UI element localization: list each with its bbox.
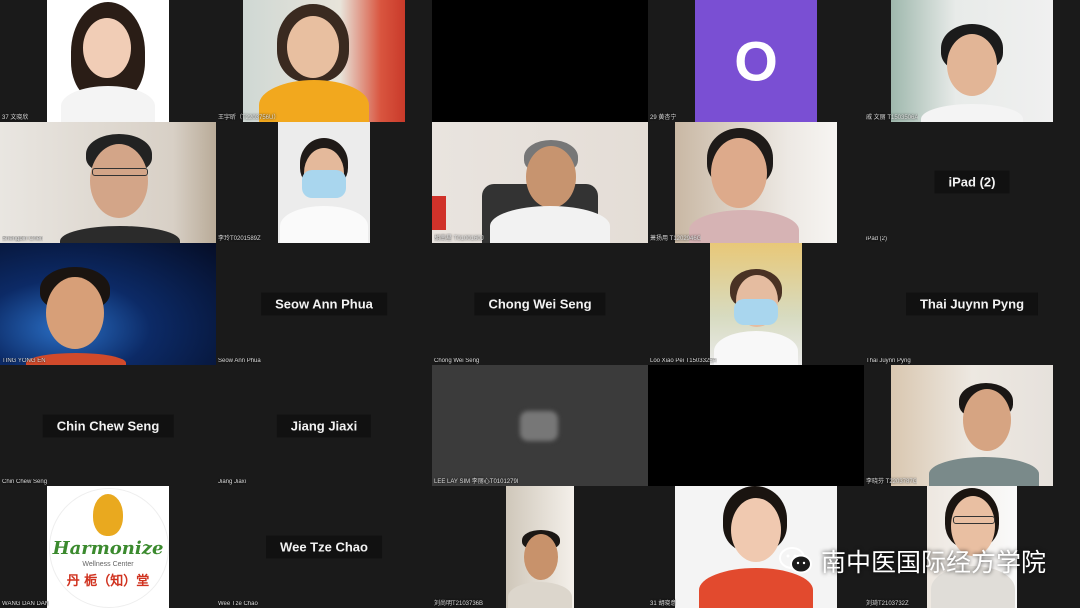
participant-tile[interactable]: 萧扬用 T1202946G: [648, 121, 864, 244]
participant-tile[interactable]: 胡南星 T0100160J: [432, 121, 648, 244]
participant-tile[interactable]: 李晓芬 T2203787G: [864, 364, 1080, 487]
wechat-icon: [778, 547, 813, 575]
participant-name-label: 戚 文丽 T1503506A: [866, 114, 919, 121]
participant-video: [0, 121, 216, 244]
participant-name-label: LEE LAY SIM 李丽心T0101279I: [434, 479, 519, 486]
participant-tile[interactable]: 王宇昕（T2203756U）: [216, 0, 432, 122]
participant-name-label: Loo Xiao Pei T1503325A: [650, 357, 717, 364]
participant-video: [891, 364, 1053, 487]
participant-tile[interactable]: Chong Wei Seng Chong Wei Seng: [432, 243, 648, 365]
participant-tile[interactable]: O 29 黄杏宁: [648, 0, 864, 122]
participant-display-name: Thai Juynn Pyng: [905, 292, 1039, 316]
participant-tile[interactable]: Jiang Jiaxi Jiang Jiaxi: [216, 364, 432, 487]
participant-tile[interactable]: Thai Juynn Pyng Thai Juynn Pyng: [864, 243, 1080, 365]
participant-name-label: Seow Ann Phua: [218, 357, 261, 364]
participant-tile[interactable]: iPad (2) iPad (2): [864, 121, 1080, 244]
logo-chinese-text: 丹 栀（知）堂: [66, 574, 150, 590]
participant-video: [47, 0, 169, 122]
participant-video: [648, 364, 864, 487]
logo-subtext: Wellness Center: [82, 561, 134, 569]
participant-name-label: 萧扬用 T1202946G: [650, 236, 702, 243]
participant-tile[interactable]: 戚 文丽 T1503506A: [864, 0, 1080, 122]
participant-tile[interactable]: [648, 364, 864, 487]
participant-tile[interactable]: 李玲T0201589Z: [216, 121, 432, 244]
participant-name-label: 29 黄杏宁: [650, 114, 677, 121]
participant-name-label: 刘琦T2103732Z: [866, 600, 909, 607]
participant-tile[interactable]: 37 文晓欣: [0, 0, 216, 122]
participant-name-label: Chong Wei Seng: [434, 357, 480, 364]
participant-name-label: TING YONG EN: [2, 357, 46, 364]
logo-text: Harmonize: [52, 538, 164, 560]
participant-name-label: 31 胡晓意: [650, 600, 677, 607]
participant-name-label: Thai Juynn Pyng: [866, 357, 911, 364]
participant-display-name: Wee Tze Chao: [266, 535, 382, 559]
participant-display-name: Seow Ann Phua: [261, 292, 387, 316]
avatar-initial: O: [734, 29, 778, 93]
participant-tile[interactable]: Wee Tze Chao Wee Tze Chao: [216, 486, 432, 608]
participant-name-label: 胡南星 T0100160J: [434, 236, 484, 243]
participant-video: [432, 0, 648, 122]
participant-video: [432, 121, 648, 244]
participant-name-label: 37 文晓欣: [2, 114, 29, 121]
participant-tile[interactable]: 刘尚明T2103736B: [432, 486, 648, 608]
watermark-text: 南中医国际经方学院: [820, 548, 1046, 577]
participant-tile[interactable]: Harmonize Wellness Center 丹 栀（知）堂 WANG D…: [0, 486, 216, 608]
participant-video: [710, 243, 802, 365]
participant-video: [506, 486, 574, 608]
participant-name-label: WANG DAN DAN: [2, 600, 50, 607]
participant-tile[interactable]: Shengbin Chen: [0, 121, 216, 244]
participant-name-label: Jiang Jiaxi: [218, 479, 247, 486]
participant-video: [891, 0, 1053, 122]
participant-video: [432, 364, 648, 487]
participant-name-label: iPad (2): [866, 236, 888, 243]
participant-display-name: iPad (2): [934, 170, 1010, 194]
participant-tile[interactable]: TING YONG EN: [0, 243, 216, 365]
participant-display-name: Chin Chew Seng: [42, 414, 174, 438]
participant-name-label: 刘尚明T2103736B: [434, 600, 484, 607]
participant-display-name: Chong Wei Seng: [474, 292, 606, 316]
participant-name-label: Wee Tze Chao: [218, 600, 258, 607]
participant-display-name: Jiang Jiaxi: [276, 414, 372, 438]
participant-tile[interactable]: [432, 0, 648, 122]
participant-video: [278, 121, 370, 244]
participant-tile[interactable]: Loo Xiao Pei T1503325A: [648, 243, 864, 365]
participant-tile[interactable]: LEE LAY SIM 李丽心T0101279I: [432, 364, 648, 487]
participant-logo: Harmonize Wellness Center 丹 栀（知）堂: [47, 486, 169, 608]
watermark: 南中医国际经方学院: [778, 543, 1046, 579]
video-grid: 37 文晓欣 王宇昕（T2203756U） O 29 黄杏宁 戚 文丽 T150…: [0, 0, 1080, 608]
participant-name-label: 李玲T0201589Z: [218, 236, 261, 243]
participant-tile[interactable]: Seow Ann Phua Seow Ann Phua: [216, 243, 432, 365]
participant-avatar: O: [695, 0, 817, 122]
participant-name-label: Shengbin Chen: [2, 236, 44, 243]
participant-video: [0, 243, 216, 365]
participant-video: [675, 121, 837, 244]
participant-name-label: 王宇昕（T2203756U）: [218, 114, 280, 121]
participant-name-label: Chin Chew Seng: [2, 479, 48, 486]
participant-name-label: 李晓芬 T2203787G: [866, 479, 918, 486]
participant-tile[interactable]: Chin Chew Seng Chin Chew Seng: [0, 364, 216, 487]
participant-video: [243, 0, 405, 122]
